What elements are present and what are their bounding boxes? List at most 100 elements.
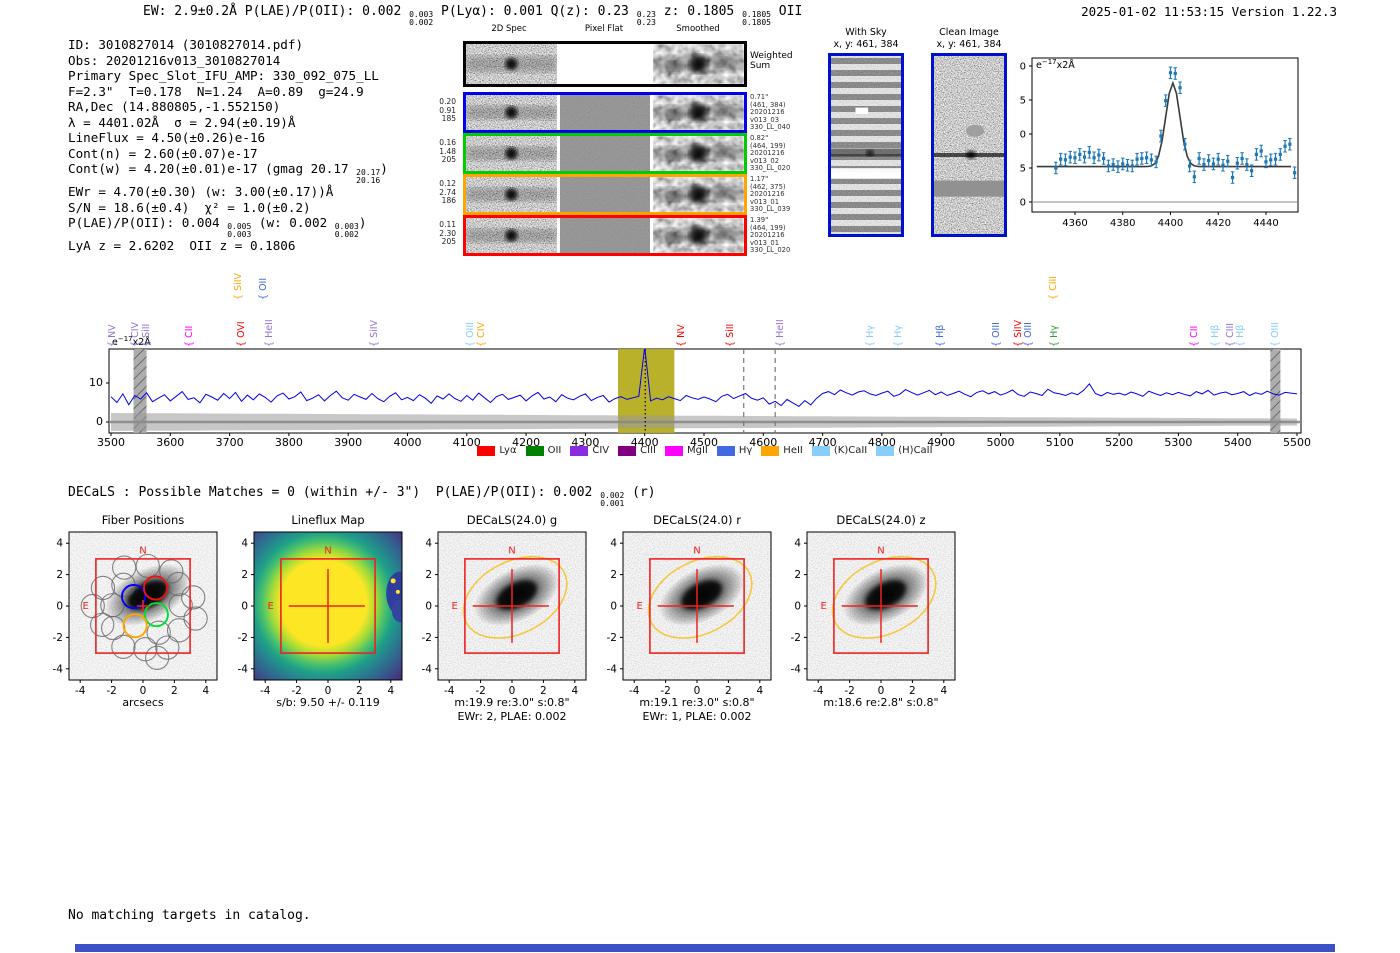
svg-text:-4: -4 (260, 685, 271, 697)
emission-line-label: { CII (184, 325, 196, 347)
text-run: Cont(n) = 2.60(±0.07)e-17 (68, 145, 258, 161)
emission-line-label: { SiII (140, 323, 152, 347)
legend-swatch (618, 445, 637, 456)
svg-text:Fiber Positions: Fiber Positions (102, 514, 185, 527)
svg-text:4360: 4360 (1062, 218, 1087, 229)
svg-text:-4: -4 (75, 685, 86, 697)
emission-line-label: { HeII (263, 319, 275, 347)
svg-text:4420: 4420 (1205, 218, 1230, 229)
svg-text:-4: -4 (422, 663, 433, 675)
emission-line-label: { SiIV (233, 272, 245, 300)
svg-text:-4: -4 (629, 685, 640, 697)
svg-text:Lineflux Map: Lineflux Map (291, 514, 364, 527)
svg-text:4400: 4400 (1158, 218, 1183, 229)
elixer-report: EW: 2.9±0.2Å P(LAE)/P(OII): 0.002 0.003 0… (0, 0, 1400, 953)
text-run: Obs: 20201216v013_3010827014 (68, 52, 281, 68)
emission-line-label: { Hβ (1234, 324, 1246, 347)
spec2d-row-left-labels: 0.16 1.48 205 (439, 138, 456, 165)
svg-text:N: N (139, 545, 146, 556)
info-line: S/N = 18.6(±0.4) χ² = 1.0(±0.2) (68, 200, 388, 216)
text-run: OII (770, 4, 803, 19)
text-run: RA,Dec (14.880805,-1.552150) (68, 99, 281, 114)
svg-text:4: 4 (425, 538, 432, 550)
header-metrics: EW: 2.9±0.2Å P(LAE)/P(OII): 0.002 0.003 0… (143, 4, 802, 26)
legend-item: MgII (664, 445, 708, 456)
svg-text:-2: -2 (422, 632, 432, 644)
info-line: ID: 3010827014 (3010827014.pdf) (68, 37, 388, 53)
svg-text:DECaLS(24.0) g: DECaLS(24.0) g (467, 514, 557, 527)
legend-item: HeII (761, 445, 803, 456)
info-line: Obs: 20201216v013_3010827014 (68, 53, 388, 69)
svg-text:4: 4 (610, 538, 617, 550)
spec2d-row (463, 133, 747, 174)
svg-text:-4: -4 (444, 685, 455, 697)
svg-text:2: 2 (56, 569, 63, 581)
panel-lineflux: Lineflux MapNE-4 -2 0 2 4-4-2024s/b: 9.50 +/… (238, 514, 403, 709)
cutout-noise (466, 136, 557, 171)
sup-sub-value: 20.17 20.16 (356, 168, 381, 185)
text-run: λ = 4401.02Å σ = 2.94(±0.19)Å (68, 114, 296, 130)
panel-fiber: Fiber PositionsNE-4 -2 0 2 4-4-2024arcsecs (53, 514, 218, 709)
svg-text:m:18.6 re:2.8" s:0.8": m:18.6 re:2.8" s:0.8" (823, 696, 938, 709)
legend-swatch (477, 445, 496, 456)
svg-text:E: E (821, 601, 827, 612)
svg-text:-2: -2 (791, 632, 801, 644)
emission-line-label: { SiII (724, 323, 736, 347)
info-line: EWr = 4.70(±0.30) (w: 3.00(±0.17))Å (68, 184, 388, 200)
text-run: P(Lyα): 0.001 Q(z): 0.23 (433, 4, 637, 19)
emission-line-label: { OVI (235, 321, 247, 347)
legend-swatch (811, 445, 830, 456)
svg-text:20: 20 (1020, 62, 1026, 73)
cutout-flat (559, 95, 651, 130)
emission-line-label: { NV (107, 324, 118, 347)
svg-text:4: 4 (56, 538, 63, 550)
svg-text:-2: -2 (53, 632, 63, 644)
spec2d-row-left-labels: 0.11 2.30 205 (439, 220, 456, 247)
spec2d-row (463, 174, 747, 215)
svg-text:N: N (877, 545, 884, 556)
info-block: ID: 3010827014 (3010827014.pdf) Obs: 2020… (68, 37, 388, 254)
sup-sub-value: 0.005 0.003 (227, 222, 252, 239)
spec2d-row (463, 41, 747, 87)
svg-text:s/b: 9.50 +/- 0.119: s/b: 9.50 +/- 0.119 (276, 696, 380, 709)
spec2d-row-right-labels: 0.82" (464, 199) 20201216 v013_02 330_LL_020 (750, 134, 791, 173)
text-run: ) (380, 161, 388, 176)
svg-text:2: 2 (171, 685, 178, 697)
emission-line-label: { Hγ (1049, 325, 1061, 347)
svg-text:5: 5 (1020, 164, 1026, 175)
legend-item: Hγ (716, 445, 752, 456)
svg-text:m:19.9 re:3.0" s:0.8": m:19.9 re:3.0" s:0.8" (454, 696, 569, 709)
cutout-smooth (653, 136, 744, 171)
text-run: ) (358, 215, 367, 230)
legend-item: (K)CaII (811, 445, 867, 456)
info-line: F=2.3" T=0.178 N=1.24 A=0.89 g=24.9 (68, 84, 388, 100)
info-line: Cont(w) = 4.20(±0.01)e-17 (gmag 20.17 20… (68, 161, 388, 184)
header-timestamp: 2025-01-02 11:53:15 Version 1.22.3 (1081, 4, 1337, 19)
text-run: z: 0.1805 (655, 4, 743, 19)
svg-text:EWr: 2, PLAE: 0.002: EWr: 2, PLAE: 0.002 (457, 710, 566, 723)
svg-text:4380: 4380 (1110, 218, 1135, 229)
emission-line-label: { Hγ (864, 325, 876, 347)
info-line: Cont(n) = 2.60(±0.07)e-17 (68, 146, 388, 162)
info-line: RA,Dec (14.880805,-1.552150) (68, 99, 388, 115)
svg-text:-4: -4 (238, 663, 249, 675)
text-run: LineFlux = 4.50(±0.26)e-16 (68, 130, 266, 145)
spec2d-row (463, 215, 747, 256)
svg-text:-4: -4 (53, 663, 64, 675)
legend-item: CIII (618, 445, 656, 456)
svg-text:-2: -2 (238, 632, 248, 644)
info-line: Primary Spec_Slot_IFU_AMP: 330_092_075_L… (68, 68, 388, 84)
sup-sub-value: 0.002 0.001 (600, 491, 625, 508)
panel-decals_r: DECaLS(24.0) rNE-4 -2 0 2 4-4-2024m:19.1 re:… (607, 514, 772, 723)
sup-sub-value: 0.003 0.002 (409, 10, 434, 27)
emission-line-label: { Hβ (1210, 324, 1221, 347)
emission-line-label: { NV (675, 324, 687, 347)
emission-line-label: { SiIV (368, 319, 380, 347)
svg-text:4: 4 (756, 685, 763, 697)
text-run: ID: 3010827014 (3010827014.pdf) (68, 37, 304, 52)
svg-text:0: 0 (56, 601, 63, 613)
sky-cutout (828, 53, 904, 237)
sup-sub-value: 0.003 0.002 (334, 222, 359, 239)
info-line: λ = 4401.02Å σ = 2.94(±0.19)Å (68, 115, 388, 131)
svg-text:E: E (83, 601, 89, 612)
